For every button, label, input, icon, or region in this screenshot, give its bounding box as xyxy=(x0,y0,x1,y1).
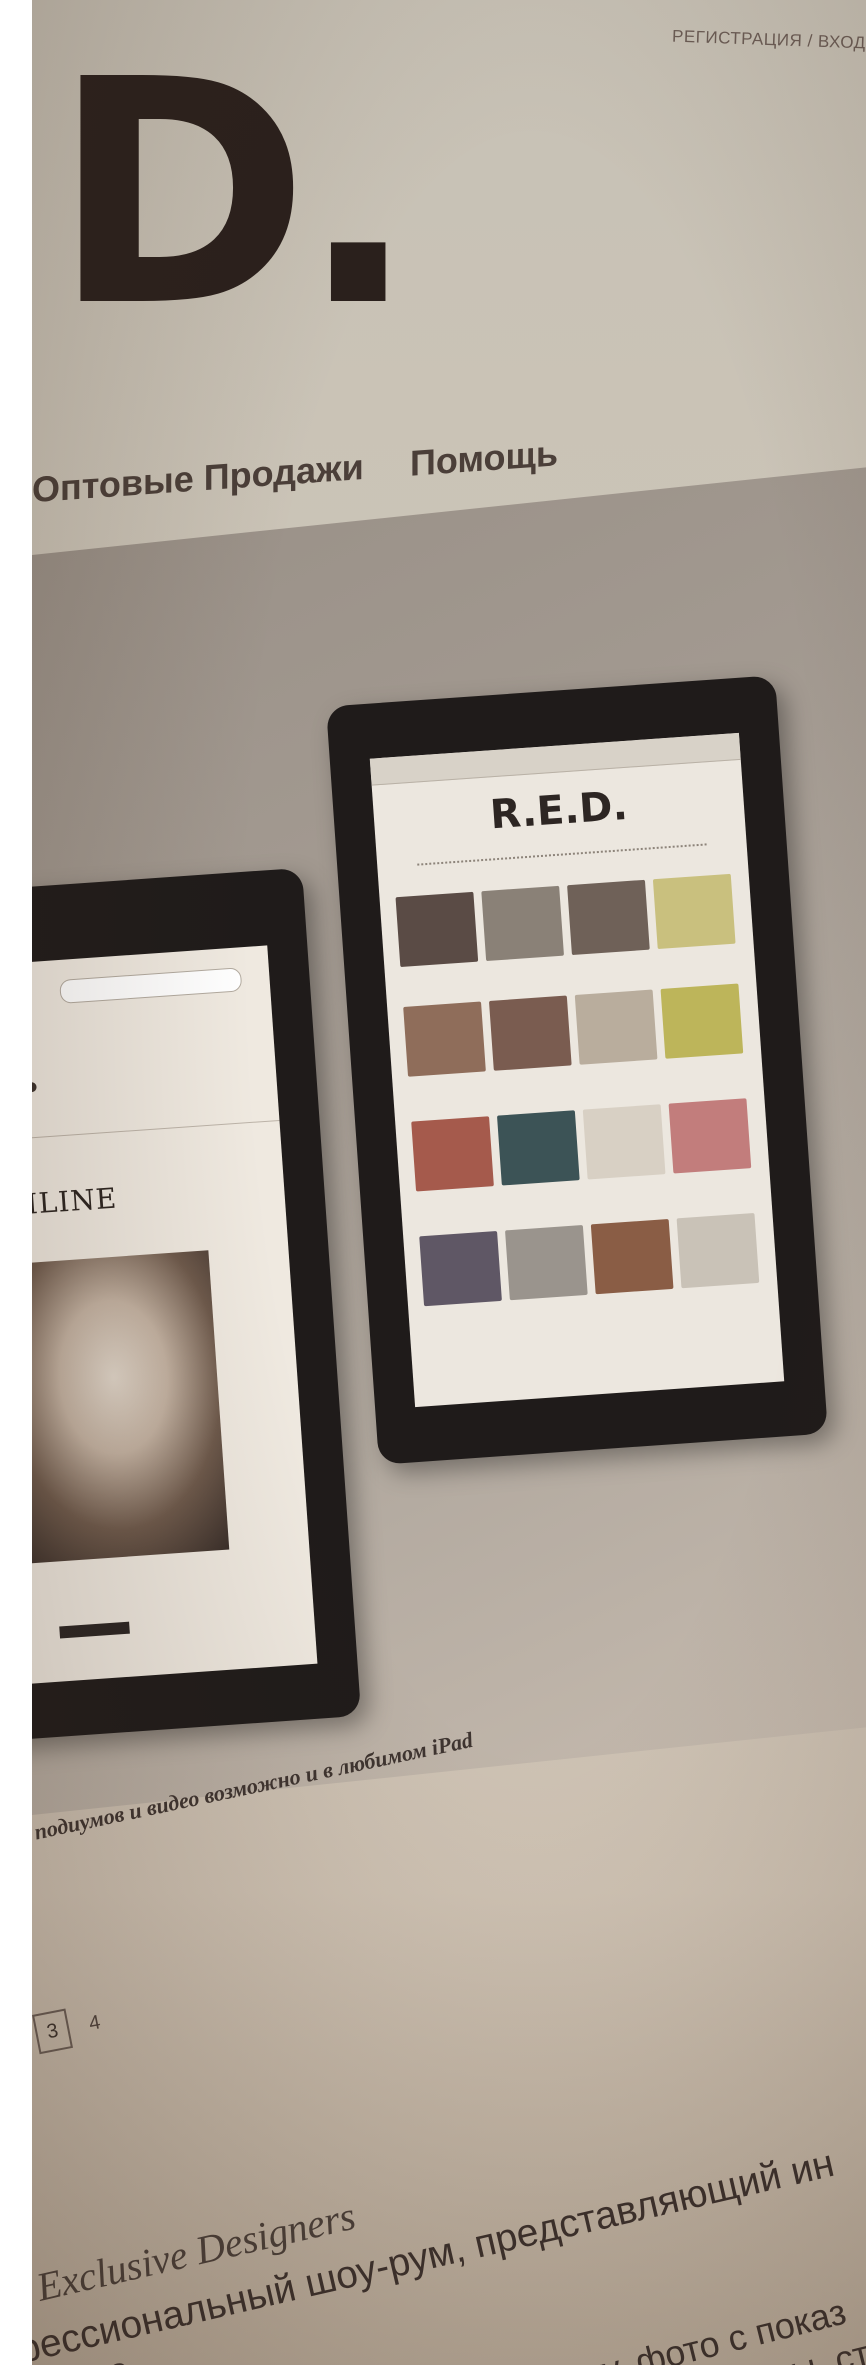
product-thumb xyxy=(660,983,744,1059)
mini-divider xyxy=(32,1119,280,1143)
tablet-left-screen: ILINE xyxy=(32,945,318,1686)
logo-text: D. xyxy=(52,14,417,375)
product-thumb xyxy=(676,1212,760,1289)
product-thumb xyxy=(403,1001,486,1077)
product-thumb xyxy=(481,885,564,962)
tablet-right: R.E.D. xyxy=(326,675,828,1465)
mini-badge xyxy=(59,1621,130,1639)
model-photo xyxy=(32,1250,230,1566)
product-thumb xyxy=(411,1116,494,1192)
logo[interactable]: D. xyxy=(52,40,417,350)
left-margin xyxy=(0,0,32,2365)
product-thumb xyxy=(496,1110,580,1186)
product-thumb xyxy=(574,989,658,1065)
product-thumb xyxy=(582,1104,666,1180)
product-thumb xyxy=(395,891,479,968)
product-thumb xyxy=(652,873,736,950)
product-grid xyxy=(395,873,760,1307)
search-bar xyxy=(59,967,243,1004)
product-thumb xyxy=(419,1230,502,1307)
tablet-left-title: ILINE xyxy=(32,1181,119,1221)
nav-item-wholesale[interactable]: Оптовые Продажи xyxy=(32,446,364,511)
tablet-brand: R.E.D. xyxy=(488,782,630,839)
register-login-link[interactable]: РЕГИСТРАЦИЯ / ВХОД xyxy=(672,27,866,54)
pager-next[interactable]: 4 xyxy=(87,2011,102,2036)
slide-pager: 3 4 xyxy=(32,2002,104,2055)
mini-nav xyxy=(417,843,708,872)
mini-logo xyxy=(32,1081,37,1093)
screen-photo: D. РЕГИСТРАЦИЯ / ВХОД Оптовые Продажи По… xyxy=(32,0,866,2365)
product-thumb xyxy=(505,1224,588,1301)
product-thumb xyxy=(668,1098,752,1174)
product-thumb xyxy=(488,995,572,1071)
product-thumb xyxy=(590,1218,674,1295)
product-thumb xyxy=(567,879,650,956)
nav-item-help[interactable]: Помощь xyxy=(410,432,558,484)
tablet-right-screen: R.E.D. xyxy=(369,732,785,1408)
pager-current[interactable]: 3 xyxy=(32,2008,74,2055)
